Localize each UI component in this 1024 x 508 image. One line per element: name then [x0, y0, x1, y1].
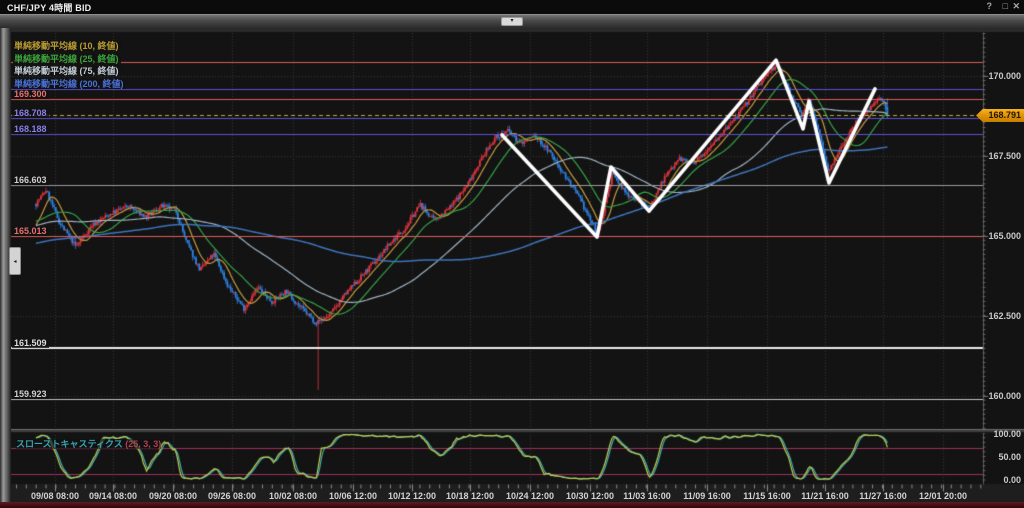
panel-expand-button[interactable]: ◂	[9, 247, 21, 275]
date-label: 11/03 16:00	[623, 491, 671, 501]
help-button[interactable]: ?	[987, 1, 993, 11]
legend-item-ma25: 単純移動平均線 (25, 終値)	[13, 54, 121, 64]
bottom-resize-bar[interactable]	[0, 502, 1024, 508]
date-label: 10/06 12:00	[329, 491, 377, 501]
current-price-value: 168.791	[988, 110, 1021, 120]
price-level-label: 161.509	[12, 339, 49, 348]
date-label: 09/20 08:00	[149, 491, 197, 501]
maximize-button[interactable]: □	[1003, 1, 1008, 11]
price-axis-label: 170.000	[967, 71, 1021, 81]
price-level-label: 168.188	[12, 125, 49, 134]
date-label: 09/08 08:00	[31, 491, 79, 501]
legend-item-ma75: 単純移動平均線 (75, 終値)	[13, 66, 121, 76]
date-label: 10/24 12:00	[506, 491, 554, 501]
date-label: 10/18 12:00	[446, 491, 494, 501]
price-axis-label: 162.500	[967, 311, 1021, 321]
price-level-label: 166.603	[12, 176, 49, 185]
date-label: 11/15 16:00	[743, 491, 791, 501]
close-button[interactable]: ✕	[1012, 1, 1020, 12]
date-label: 09/26 08:00	[208, 491, 256, 501]
date-label: 09/14 08:00	[89, 491, 137, 501]
date-label: 11/27 16:00	[859, 491, 907, 501]
chart-window: CHF/JPY 4時間 BID ? □ ✕ ▾ ◂ 単純移動平均線 (10, 終…	[0, 0, 1024, 508]
stoch-indicator-label: スローストキャスティクス (25, 3, 3)	[16, 439, 161, 449]
price-axis-label: 165.000	[967, 231, 1021, 241]
price-level-label: 168.708	[12, 109, 49, 118]
date-label: 10/30 12:00	[566, 491, 614, 501]
date-label: 12/01 20:00	[919, 491, 967, 501]
stoch-axis-label: 100.00	[967, 429, 1021, 439]
date-label: 11/09 16:00	[683, 491, 731, 501]
price-axis-label: 167.500	[967, 151, 1021, 161]
date-label: 10/12 12:00	[388, 491, 436, 501]
price-axis-label: 160.000	[967, 391, 1021, 401]
window-title: CHF/JPY 4時間 BID	[7, 1, 91, 14]
price-level-label: 169.300	[12, 90, 49, 99]
legend-item-ma10: 単純移動平均線 (10, 終値)	[13, 41, 121, 51]
current-price-badge: 168.791	[976, 109, 1024, 122]
date-label: 11/21 16:00	[801, 491, 849, 501]
legend-item-ma200: 単純移動平均線 (200, 終値)	[13, 79, 126, 89]
date-label: 10/02 08:00	[269, 491, 317, 501]
stoch-name: スローストキャスティクス	[16, 439, 123, 449]
price-level-label: 165.013	[12, 227, 49, 236]
toolbar-collapse-button[interactable]: ▾	[501, 17, 523, 26]
stoch-params: (25, 3, 3)	[125, 439, 161, 449]
price-level-label: 159.923	[12, 390, 49, 399]
toolbar: ▾	[0, 14, 1024, 28]
stoch-axis-label: 0.00	[967, 475, 1021, 485]
chart-canvas[interactable]	[0, 0, 1024, 508]
stoch-axis-label: 50.00	[967, 452, 1021, 462]
titlebar[interactable]: CHF/JPY 4時間 BID ? □ ✕	[0, 0, 1024, 15]
